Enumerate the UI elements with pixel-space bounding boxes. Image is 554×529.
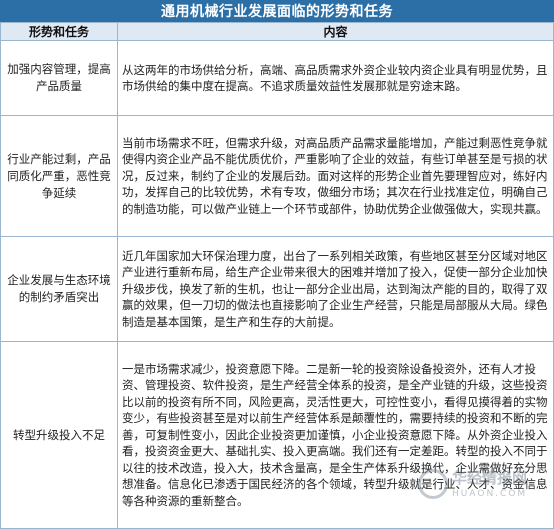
- row-topic: 企业发展与生态环境的制约矛盾突出: [0, 236, 118, 342]
- row-content: 当前市场需求不旺，但需求升级，对高品质产品需求量能增加，产能过剩恶性竞争就使得内…: [117, 115, 554, 237]
- table-row: 行业产能过剩，产品同质化严重，恶性竞争延续 当前市场需求不旺，但需求升级，对高品…: [0, 115, 554, 237]
- row-content: 一是市场需求减少，投资意愿下降。二是新一轮的投资除设备投资外，还有人才投资、管理…: [117, 341, 554, 529]
- row-topic: 行业产能过剩，产品同质化严重，恶性竞争延续: [0, 115, 118, 237]
- row-content: 从这两年的市场供给分析，高端、高品质需求外资企业较内资企业具有明显优势，且市场供…: [117, 40, 554, 116]
- row-content-text: 当前市场需求不旺，但需求升级，对高品质产品需求量能增加，产能过剩恶性竞争就使得内…: [122, 135, 548, 216]
- situation-task-table: 形势和任务 内容 加强内容管理，提高产品质量 从这两年的市场供给分析，高端、高品…: [0, 22, 554, 529]
- table-row: 加强内容管理，提高产品质量 从这两年的市场供给分析，高端、高品质需求外资企业较内…: [0, 40, 554, 116]
- row-content-text: 近几年国家加大环保治理力度，出台了一系列相关政策，有些地区甚至分区域对地区产业进…: [122, 248, 548, 329]
- row-content-text: 一是市场需求减少，投资意愿下降。二是新一轮的投资除设备投资外，还有人才投资、管理…: [122, 361, 548, 508]
- header-topic: 形势和任务: [0, 22, 118, 41]
- row-topic: 加强内容管理，提高产品质量: [0, 40, 118, 116]
- row-content: 近几年国家加大环保治理力度，出台了一系列相关政策，有些地区甚至分区域对地区产业进…: [117, 236, 554, 342]
- header-row: 形势和任务 内容: [0, 22, 554, 41]
- table-title: 通用机械行业发展面临的形势和任务: [0, 0, 554, 22]
- table-row: 转型升级投入不足 一是市场需求减少，投资意愿下降。二是新一轮的投资除设备投资外，…: [0, 341, 554, 529]
- table-row: 企业发展与生态环境的制约矛盾突出 近几年国家加大环保治理力度，出台了一系列相关政…: [0, 236, 554, 342]
- header-content: 内容: [117, 22, 554, 41]
- row-topic: 转型升级投入不足: [0, 341, 118, 529]
- row-content-text: 从这两年的市场供给分析，高端、高品质需求外资企业较内资企业具有明显优势，且市场供…: [122, 62, 548, 94]
